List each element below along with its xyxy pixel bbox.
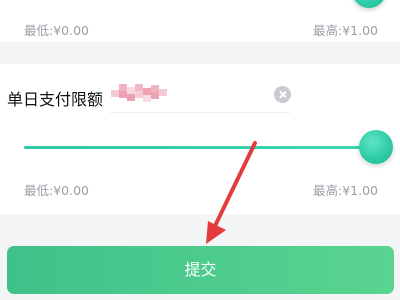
daily-limit-slider-thumb[interactable] xyxy=(359,130,393,164)
redacted-mosaic xyxy=(111,84,169,104)
clear-icon[interactable] xyxy=(274,86,291,103)
top-min-label: 最低:¥0.00 xyxy=(24,23,89,38)
top-max-label: 最高:¥1.00 xyxy=(313,23,378,38)
top-slider-thumb[interactable] xyxy=(352,0,386,8)
top-slider-card: 最低:¥0.00 最高:¥1.00 xyxy=(0,0,400,42)
daily-limit-min-label: 最低:¥0.00 xyxy=(24,183,89,198)
submit-button[interactable]: 提交 xyxy=(7,246,394,294)
daily-limit-max-label: 最高:¥1.00 xyxy=(313,183,378,198)
daily-limit-label: 单日支付限额 xyxy=(7,90,104,109)
daily-limit-slider-track[interactable] xyxy=(24,146,364,149)
input-underline xyxy=(110,112,290,113)
